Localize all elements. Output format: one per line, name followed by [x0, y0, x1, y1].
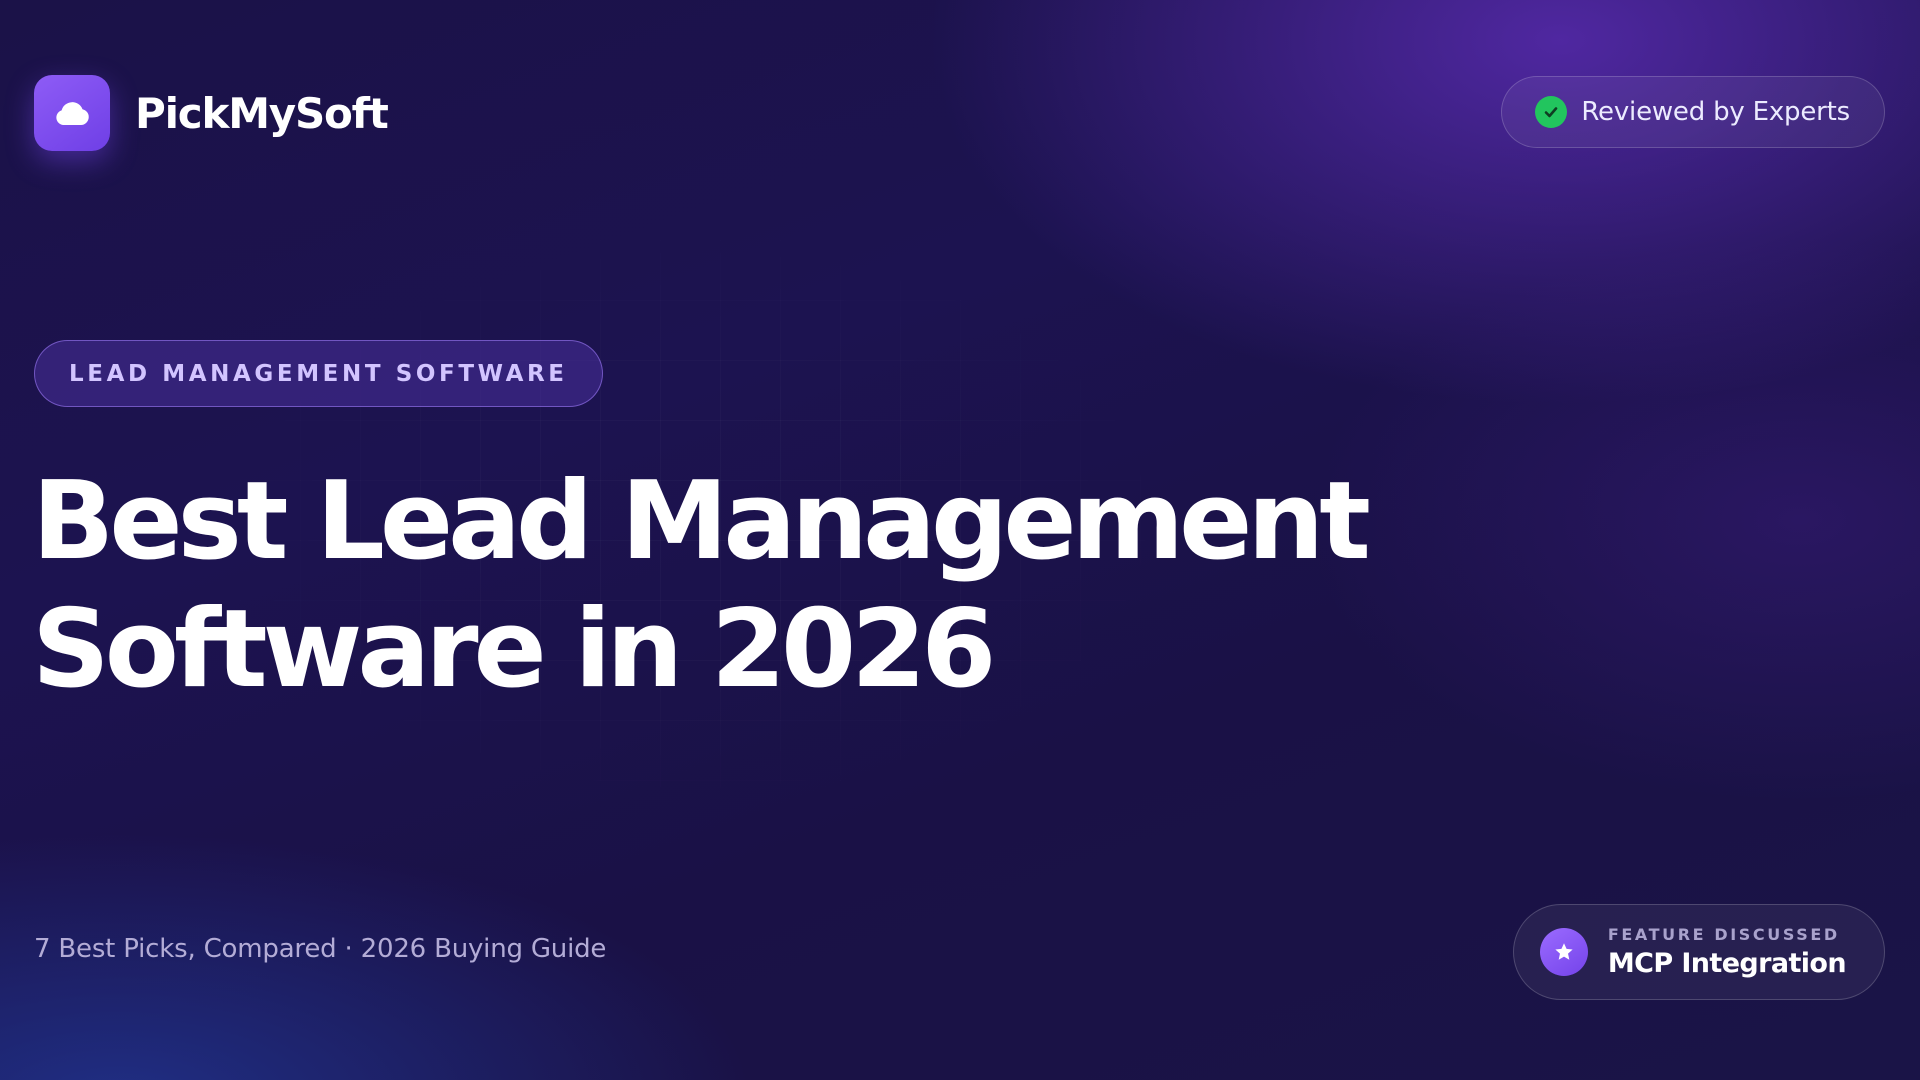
star-icon [1539, 928, 1588, 976]
hero-banner: PickMySoft Reviewed by Experts LEAD MANA… [0, 0, 1920, 1080]
page-title-line-2: Software in 2026 [32, 587, 996, 712]
feature-value: MCP Integration [1607, 948, 1847, 979]
page-title-line-1: Best Lead Management [32, 459, 1371, 584]
brand-name: PickMySoft [135, 88, 389, 138]
reviewed-badge-label: Reviewed by Experts [1581, 97, 1850, 127]
brand-logo[interactable]: PickMySoft [34, 75, 389, 151]
cloud-icon [34, 75, 110, 151]
feature-text: FEATURE DISCUSSED MCP Integration [1607, 925, 1847, 979]
check-icon [1535, 96, 1568, 128]
subtitle: 7 Best Picks, Compared · 2026 Buying Gui… [34, 934, 607, 964]
category-tag: LEAD MANAGEMENT SOFTWARE [34, 340, 603, 407]
reviewed-badge: Reviewed by Experts [1501, 76, 1885, 148]
feature-card: FEATURE DISCUSSED MCP Integration [1512, 904, 1885, 1000]
page-title: Best Lead Management Software in 2026 [32, 458, 1532, 714]
feature-kicker: FEATURE DISCUSSED [1607, 925, 1840, 944]
category-tag-label: LEAD MANAGEMENT SOFTWARE [69, 360, 568, 387]
